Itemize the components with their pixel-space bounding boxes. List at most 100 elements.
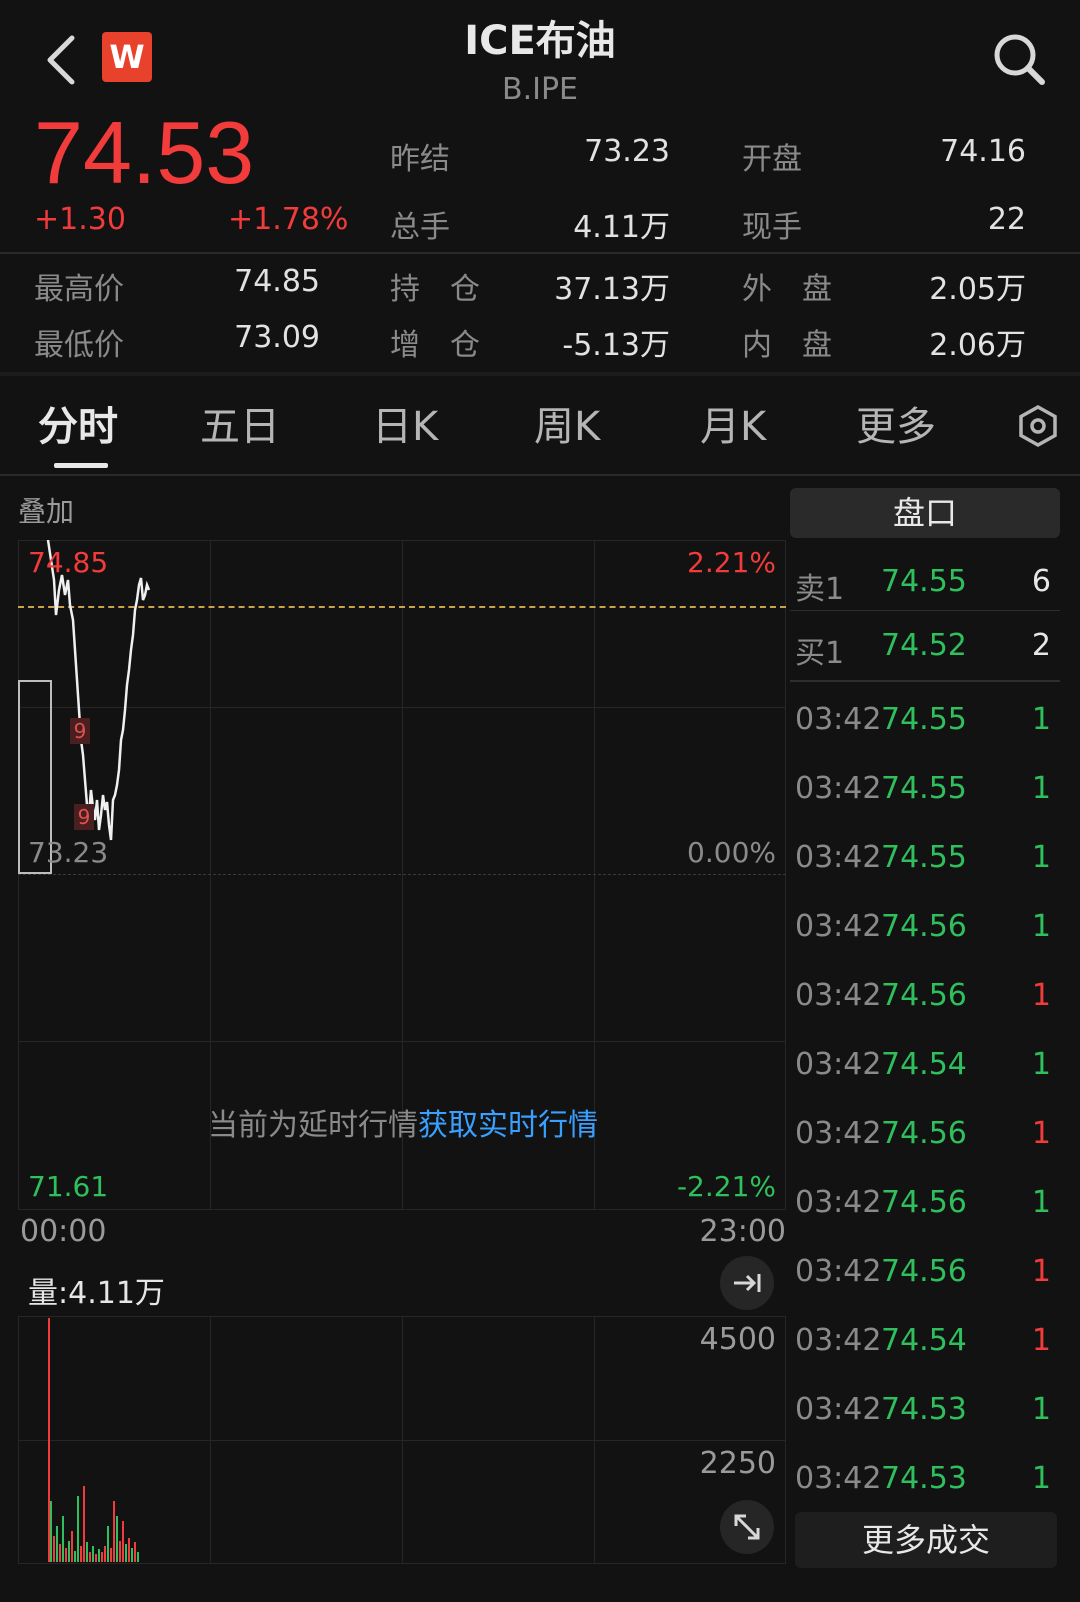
tab-weekly-k[interactable]: 周K <box>534 394 600 452</box>
trade-time: 03:42 <box>795 1254 882 1289</box>
search-icon[interactable] <box>990 30 1050 90</box>
ask-qty: 6 <box>1031 564 1051 599</box>
trade-row: 03:42 74.56 1 <box>795 909 1057 965</box>
trade-qty: 1 <box>1031 1461 1051 1496</box>
trade-price: 74.56 <box>881 1254 967 1289</box>
order-book-header[interactable]: 盘口 <box>790 488 1060 538</box>
grid-line <box>18 1041 786 1042</box>
tab-monthly-k[interactable]: 月K <box>700 394 766 452</box>
trade-row: 03:42 74.56 1 <box>795 1116 1057 1172</box>
page-title: ICE布油 <box>464 18 616 64</box>
fullscreen-button[interactable] <box>720 1500 774 1554</box>
trade-qty: 1 <box>1031 909 1051 944</box>
trade-price: 74.56 <box>881 1185 967 1220</box>
tab-intraday[interactable]: 分时 <box>38 394 118 452</box>
pct-axis-min: -2.21% <box>676 1170 776 1203</box>
stat-label: 内 盘 <box>742 328 832 363</box>
trade-time: 03:42 <box>795 1392 882 1427</box>
trade-row: 03:42 74.56 1 <box>795 978 1057 1034</box>
trade-row: 03:42 74.53 1 <box>795 1461 1057 1517</box>
ask-price: 74.55 <box>881 564 967 599</box>
stat-label: 最高价 <box>34 272 124 307</box>
trade-qty: 1 <box>1031 1392 1051 1427</box>
trade-time: 03:42 <box>795 1461 882 1496</box>
stat-label: 持 仓 <box>390 272 480 307</box>
overlay-button[interactable]: 叠加 <box>18 490 74 530</box>
trade-row: 03:42 74.53 1 <box>795 1392 1057 1448</box>
y-axis-base: 73.23 <box>28 836 109 869</box>
ask-label: 卖1 <box>795 572 845 607</box>
trade-time: 03:42 <box>795 1185 882 1220</box>
divider <box>790 680 1060 682</box>
divider <box>790 610 1060 611</box>
trade-price: 74.53 <box>881 1461 967 1496</box>
trade-price: 74.56 <box>881 1116 967 1151</box>
trade-row: 03:42 74.55 1 <box>795 840 1057 896</box>
trade-row: 03:42 74.55 1 <box>795 702 1057 758</box>
trade-price: 74.54 <box>881 1047 967 1082</box>
expand-right-button[interactable] <box>720 1256 774 1310</box>
pct-axis-base: 0.00% <box>687 836 776 869</box>
trade-time: 03:42 <box>795 978 882 1013</box>
realtime-link[interactable]: 获取实时行情 <box>418 1108 598 1143</box>
trade-price: 74.55 <box>881 840 967 875</box>
volume-axis-max: 4500 <box>699 1322 776 1357</box>
back-icon[interactable] <box>40 32 84 88</box>
event-marker[interactable]: 9 <box>74 804 94 830</box>
trade-time: 03:42 <box>795 702 882 737</box>
stat-label: 最低价 <box>34 328 124 363</box>
trade-qty: 1 <box>1031 1323 1051 1358</box>
divider <box>0 372 1080 376</box>
settings-icon[interactable] <box>1018 404 1058 448</box>
stat-value-outer: 2.05万 <box>929 272 1026 307</box>
ask-row: 卖1 74.55 6 <box>795 564 1057 624</box>
stat-value-current-hand: 22 <box>987 202 1026 237</box>
trade-row: 03:42 74.56 1 <box>795 1185 1057 1241</box>
trade-time: 03:42 <box>795 909 882 944</box>
trade-qty: 1 <box>1031 1254 1051 1289</box>
bid-qty: 2 <box>1031 628 1051 663</box>
brand-logo: W <box>102 32 152 82</box>
stat-value-high: 74.85 <box>234 264 320 299</box>
divider <box>0 474 1080 476</box>
stat-value-prev-settle: 73.23 <box>584 134 670 169</box>
trade-row: 03:42 74.54 1 <box>795 1047 1057 1103</box>
trade-price: 74.54 <box>881 1323 967 1358</box>
pct-axis-max: 2.21% <box>687 546 776 579</box>
stat-label: 现手 <box>742 210 802 245</box>
tab-five-day[interactable]: 五日 <box>200 394 280 452</box>
tab-daily-k[interactable]: 日K <box>372 394 438 452</box>
price-change-pct: +1.78% <box>228 202 349 237</box>
bid-row: 买1 74.52 2 <box>795 628 1057 688</box>
divider <box>0 252 1080 254</box>
trade-time: 03:42 <box>795 1116 882 1151</box>
trade-time: 03:42 <box>795 771 882 806</box>
stat-value-inner: 2.06万 <box>929 328 1026 363</box>
bid-price: 74.52 <box>881 628 967 663</box>
bid-label: 买1 <box>795 636 845 671</box>
trade-qty: 1 <box>1031 1047 1051 1082</box>
symbol-code: B.IPE <box>501 72 578 107</box>
trade-time: 03:42 <box>795 1047 882 1082</box>
event-marker[interactable]: 9 <box>70 718 90 744</box>
trade-qty: 1 <box>1031 1116 1051 1151</box>
trade-price: 74.55 <box>881 702 967 737</box>
trade-row: 03:42 74.56 1 <box>795 1254 1057 1310</box>
y-axis-min: 71.61 <box>28 1170 109 1203</box>
stat-value-open: 74.16 <box>940 134 1026 169</box>
trade-price: 74.56 <box>881 978 967 1013</box>
trade-price: 74.53 <box>881 1392 967 1427</box>
stat-value-low: 73.09 <box>234 320 320 355</box>
trade-row: 03:42 74.54 1 <box>795 1323 1057 1379</box>
trade-qty: 1 <box>1031 1185 1051 1220</box>
trade-row: 03:42 74.55 1 <box>795 771 1057 827</box>
more-trades-button[interactable]: 更多成交 <box>795 1512 1057 1568</box>
trade-qty: 1 <box>1031 840 1051 875</box>
trade-qty: 1 <box>1031 702 1051 737</box>
stat-value-oi-change: -5.13万 <box>562 328 670 363</box>
tab-active-indicator <box>54 463 108 468</box>
volume-bars <box>48 1318 139 1562</box>
tab-more[interactable]: 更多 <box>856 394 936 452</box>
stat-label: 昨结 <box>390 142 450 177</box>
x-axis-end: 23:00 <box>699 1214 786 1249</box>
